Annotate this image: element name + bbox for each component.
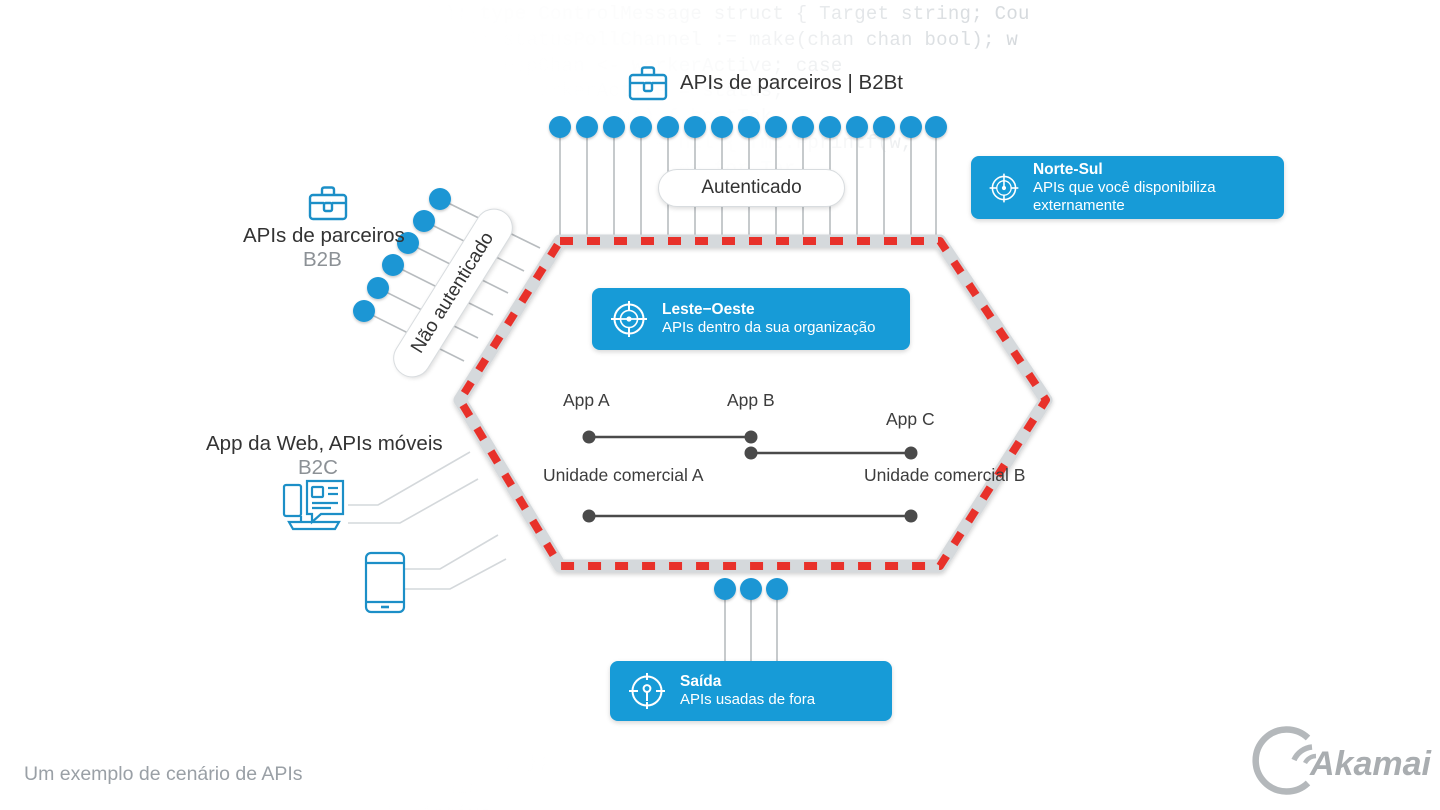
- svg-text:Akamai: Akamai: [1309, 745, 1433, 783]
- smartphone-icon: [364, 551, 406, 614]
- compass-down-icon: [629, 673, 665, 709]
- app-a-label: App A: [563, 390, 610, 410]
- akamai-logo: Akamai: [1252, 726, 1433, 795]
- badge-exit-subtitle: APIs usadas de fora: [680, 691, 816, 709]
- bottom-api-dots: [714, 578, 788, 600]
- partner-apis-b2b-title: APIs de parceiros: [243, 224, 405, 247]
- app-c-label: App C: [886, 409, 935, 429]
- badge-east-west[interactable]: Leste−Oeste APIs dentro da sua organizaç…: [592, 288, 910, 350]
- desktop-computer-icon: [282, 479, 345, 531]
- business-unit-b-label: Unidade comercial B: [864, 465, 1026, 485]
- briefcase-icon: [308, 186, 348, 221]
- business-unit-a-label: Unidade comercial A: [543, 465, 704, 485]
- web-mobile-apis-subtitle: B2C: [298, 456, 338, 479]
- partner-apis-top-label: APIs de parceiros | B2Bt: [680, 71, 903, 94]
- web-mobile-apis-title: App da Web, APIs móveis: [206, 432, 443, 455]
- authenticated-pill: Autenticado: [658, 169, 845, 207]
- badge-exit[interactable]: Saída APIs usadas de fora: [610, 661, 892, 721]
- badge-north-south-subtitle: APIs que você disponibiliza externamente: [1032, 178, 1216, 214]
- top-api-dots: [549, 116, 947, 138]
- b2c-connector-stems: [348, 451, 507, 590]
- crosshair-target-icon: [611, 301, 647, 337]
- briefcase-icon: [628, 66, 668, 101]
- badge-east-west-title: Leste−Oeste: [662, 301, 755, 319]
- badge-north-south[interactable]: Norte-Sul APIs que você disponibiliza ex…: [971, 156, 1284, 219]
- footer-caption: Um exemplo de cenário de APIs: [24, 763, 303, 785]
- badge-north-south-title: Norte-Sul: [1032, 160, 1103, 178]
- app-b-label: App B: [727, 390, 775, 410]
- badge-exit-title: Saída: [680, 673, 722, 691]
- compass-target-icon: [989, 173, 1019, 202]
- badge-east-west-subtitle: APIs dentro da sua organização: [662, 319, 876, 337]
- partner-apis-b2b-subtitle: B2B: [303, 248, 342, 271]
- diagram-canvas: "strings" "time" ); type ControlMessage …: [0, 0, 1440, 810]
